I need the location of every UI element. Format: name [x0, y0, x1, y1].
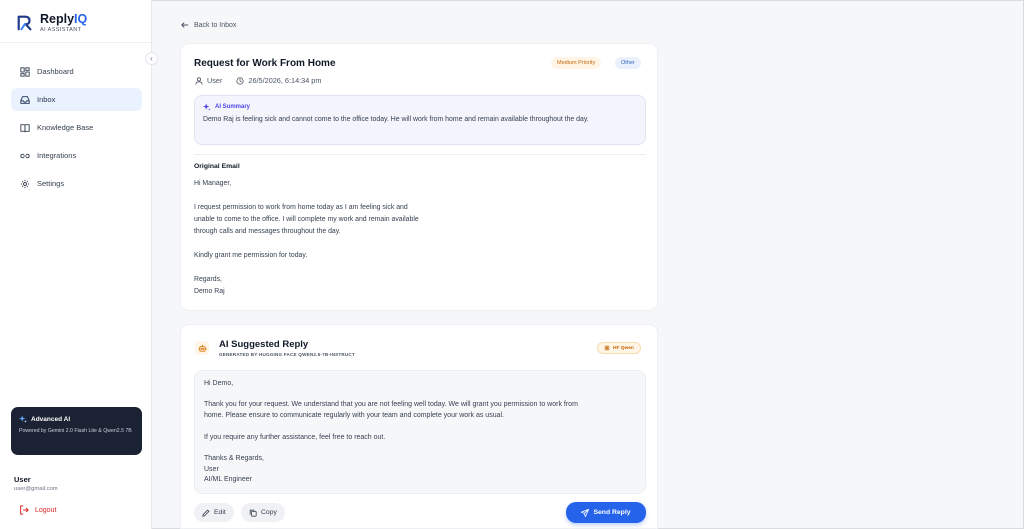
- sidebar-item-knowledge-base[interactable]: Knowledge Base: [11, 116, 142, 139]
- cpu-icon: [604, 345, 610, 351]
- sidebar: ReplyIQ AI ASSISTANT Dashboard Inbox Kno…: [0, 0, 152, 529]
- sidebar-item-label: Inbox: [37, 95, 56, 104]
- summary-text: Demo Raj is feeling sick and cannot come…: [203, 116, 589, 123]
- back-to-inbox-link[interactable]: Back to Inbox: [181, 21, 236, 29]
- copy-icon: [249, 509, 257, 517]
- email-meta: User 26/5/2026, 6:14:34 pm: [195, 76, 321, 85]
- ai-reply-card: AI Suggested Reply GENERATED BY HUGGING …: [180, 324, 658, 529]
- sidebar-item-label: Knowledge Base: [37, 123, 94, 132]
- section-divider: [194, 154, 646, 155]
- model-badge: HF Qwen: [597, 342, 641, 354]
- email-subject: Request for Work From Home: [194, 58, 336, 69]
- sidebar-item-label: Settings: [37, 179, 65, 188]
- chevron-left-icon: ‹: [150, 54, 153, 63]
- clock-icon: [236, 76, 245, 85]
- sender-name: User: [207, 76, 223, 85]
- user-profile[interactable]: User user@gmail.com: [14, 475, 58, 492]
- brand[interactable]: ReplyIQ AI ASSISTANT: [16, 10, 146, 36]
- link-icon: [20, 153, 30, 158]
- gear-icon: [20, 179, 30, 188]
- collapse-sidebar-button[interactable]: ‹: [145, 52, 158, 65]
- category-badge: Other: [615, 57, 641, 69]
- brand-subtitle: AI ASSISTANT: [40, 26, 82, 33]
- user-name: User: [14, 475, 31, 484]
- email-timestamp: 26/5/2026, 6:14:34 pm: [248, 76, 322, 85]
- user-icon: [195, 76, 203, 85]
- sidebar-item-settings[interactable]: Settings: [11, 172, 142, 195]
- copy-label: Copy: [261, 509, 277, 516]
- sparkle-icon: [203, 103, 211, 111]
- promo-title: Advanced AI: [31, 415, 71, 423]
- sidebar-item-label: Integrations: [37, 151, 77, 160]
- original-email-label: Original Email: [194, 163, 240, 170]
- sidebar-item-integrations[interactable]: Integrations: [11, 144, 142, 167]
- replyiq-logo-icon: [17, 15, 32, 31]
- send-reply-button[interactable]: Send Reply: [566, 502, 646, 523]
- dashboard-icon: [20, 66, 30, 77]
- sidebar-item-inbox[interactable]: Inbox: [11, 88, 142, 111]
- sidebar-item-dashboard[interactable]: Dashboard: [11, 60, 142, 83]
- logout-label: Logout: [35, 506, 57, 514]
- edit-button[interactable]: Edit: [194, 503, 234, 522]
- edit-label: Edit: [214, 509, 226, 516]
- send-icon: [581, 508, 590, 517]
- pencil-icon: [202, 508, 210, 517]
- bot-icon: [195, 341, 209, 355]
- original-email-body: Hi Manager, I request permission to work…: [194, 180, 419, 295]
- arrow-left-icon: [181, 22, 189, 28]
- reply-subtitle: GENERATED BY HUGGING FACE QWEN2.5-7B-INS…: [219, 352, 355, 357]
- email-detail-card: Request for Work From Home Medium Priori…: [180, 43, 658, 311]
- ai-summary-box: AI Summary Demo Raj is feeling sick and …: [194, 95, 646, 145]
- sidebar-item-label: Dashboard: [37, 67, 74, 76]
- logout-icon: [20, 505, 29, 515]
- promo-description: Powered by Gemini 2.0 Flash Lite & Qwen2…: [19, 428, 132, 434]
- sidebar-divider: [0, 42, 151, 43]
- user-email: user@gmail.com: [14, 486, 58, 492]
- summary-title: AI Summary: [215, 104, 251, 110]
- reply-textarea[interactable]: Hi Demo, Thank you for your request. We …: [194, 370, 646, 494]
- advanced-ai-card: Advanced AI Powered by Gemini 2.0 Flash …: [11, 407, 142, 455]
- model-badge-label: HF Qwen: [613, 345, 634, 351]
- copy-button[interactable]: Copy: [241, 503, 285, 522]
- send-label: Send Reply: [593, 509, 631, 516]
- inbox-icon: [20, 95, 30, 104]
- logout-button[interactable]: Logout: [19, 505, 56, 515]
- back-label: Back to Inbox: [194, 21, 237, 29]
- priority-badge: Medium Priority: [551, 57, 602, 69]
- book-icon: [20, 123, 30, 132]
- brand-name: ReplyIQ: [40, 12, 88, 26]
- sparkle-icon: [19, 415, 27, 423]
- sidebar-nav: Dashboard Inbox Knowledge Base Integrati…: [11, 60, 142, 200]
- reply-title: AI Suggested Reply: [219, 339, 309, 350]
